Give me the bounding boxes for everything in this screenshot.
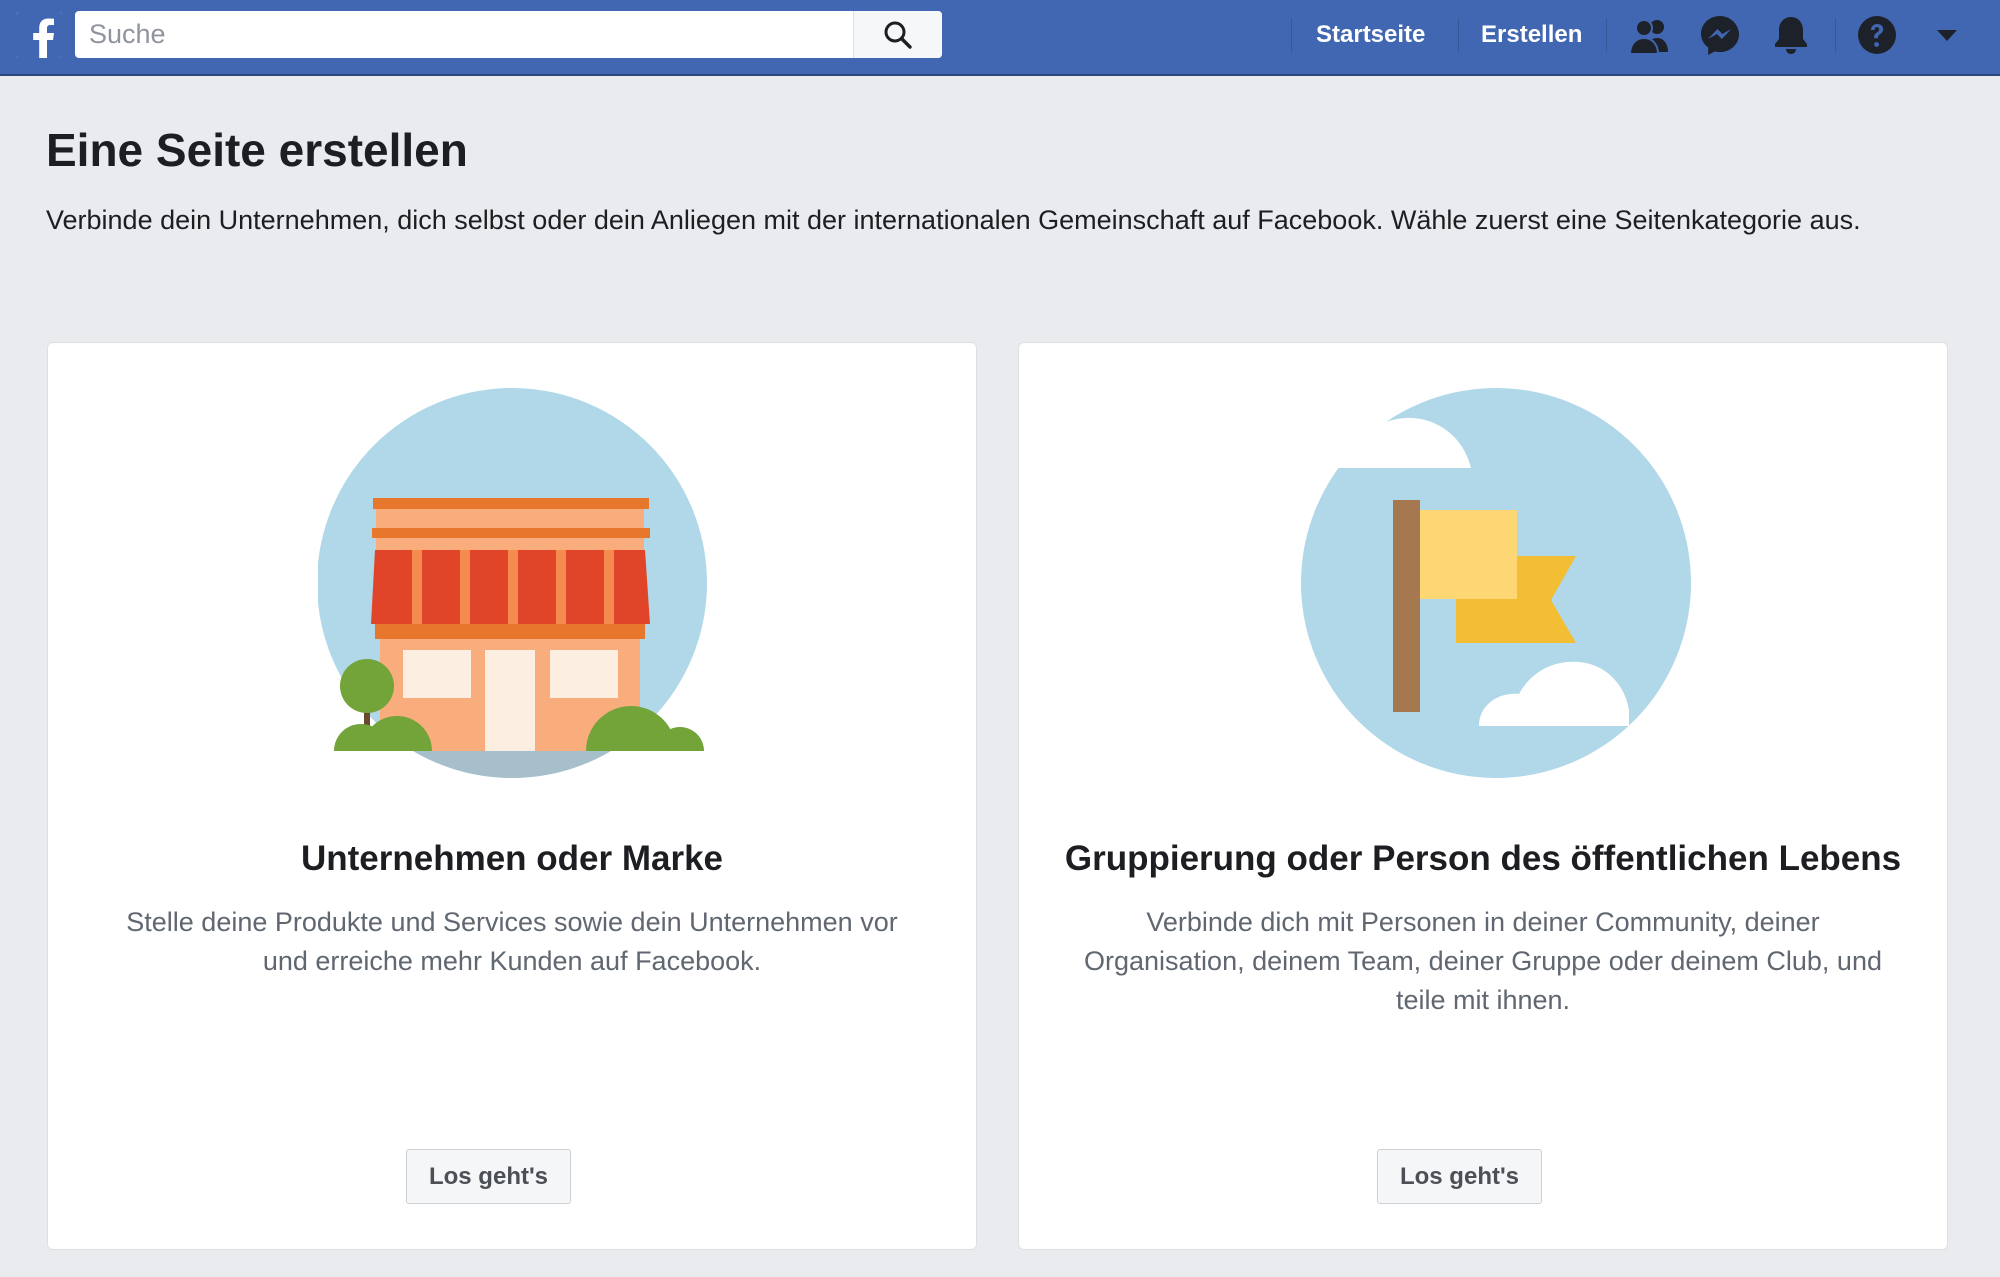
page-title: Eine Seite erstellen bbox=[46, 124, 468, 176]
nav-divider bbox=[1606, 18, 1607, 52]
card-description-line: Verbinde dich mit Personen in deiner Com… bbox=[1146, 907, 1820, 937]
card-description-line: Organisation, deinem Team, deiner Gruppe… bbox=[1084, 946, 1882, 976]
category-card-business: Unternehmen oder Marke Stelle deine Prod… bbox=[47, 342, 977, 1250]
get-started-button[interactable]: Los geht's bbox=[406, 1149, 571, 1204]
card-title: Gruppierung oder Person des öffentlichen… bbox=[1064, 839, 1902, 878]
search-box bbox=[75, 11, 942, 58]
facebook-logo-icon[interactable] bbox=[16, 12, 62, 58]
card-title: Unternehmen oder Marke bbox=[300, 839, 724, 878]
page-subtitle: Verbinde dein Unternehmen, dich selbst o… bbox=[46, 205, 1861, 235]
notifications-icon[interactable] bbox=[1771, 14, 1811, 56]
search-input[interactable] bbox=[75, 11, 853, 58]
card-description-line: teile mit ihnen. bbox=[1395, 985, 1571, 1015]
top-navigation-bar: Startseite Erstellen bbox=[0, 0, 2000, 76]
messenger-icon[interactable] bbox=[1699, 14, 1741, 56]
flag-illustration bbox=[1271, 388, 1691, 778]
friends-icon[interactable] bbox=[1628, 16, 1672, 56]
nav-divider bbox=[1458, 18, 1459, 52]
nav-divider bbox=[1835, 18, 1836, 52]
storefront-illustration bbox=[318, 388, 707, 778]
help-icon[interactable] bbox=[1856, 14, 1898, 56]
nav-link-create[interactable]: Erstellen bbox=[1481, 20, 1582, 50]
search-button[interactable] bbox=[853, 11, 942, 58]
category-card-public-figure: Gruppierung oder Person des öffentlichen… bbox=[1018, 342, 1948, 1250]
card-description-line: und erreiche mehr Kunden auf Facebook. bbox=[262, 946, 762, 976]
card-description-line: Stelle deine Produkte und Services sowie… bbox=[126, 907, 898, 937]
get-started-button[interactable]: Los geht's bbox=[1377, 1149, 1542, 1204]
card-description: Verbinde dich mit Personen in deiner Com… bbox=[1019, 903, 1947, 1020]
account-menu-chevron-icon[interactable] bbox=[1936, 28, 1958, 42]
nav-divider bbox=[1291, 18, 1292, 52]
nav-link-home[interactable]: Startseite bbox=[1316, 20, 1425, 50]
card-description: Stelle deine Produkte und Services sowie… bbox=[48, 903, 976, 981]
search-icon bbox=[884, 21, 912, 49]
